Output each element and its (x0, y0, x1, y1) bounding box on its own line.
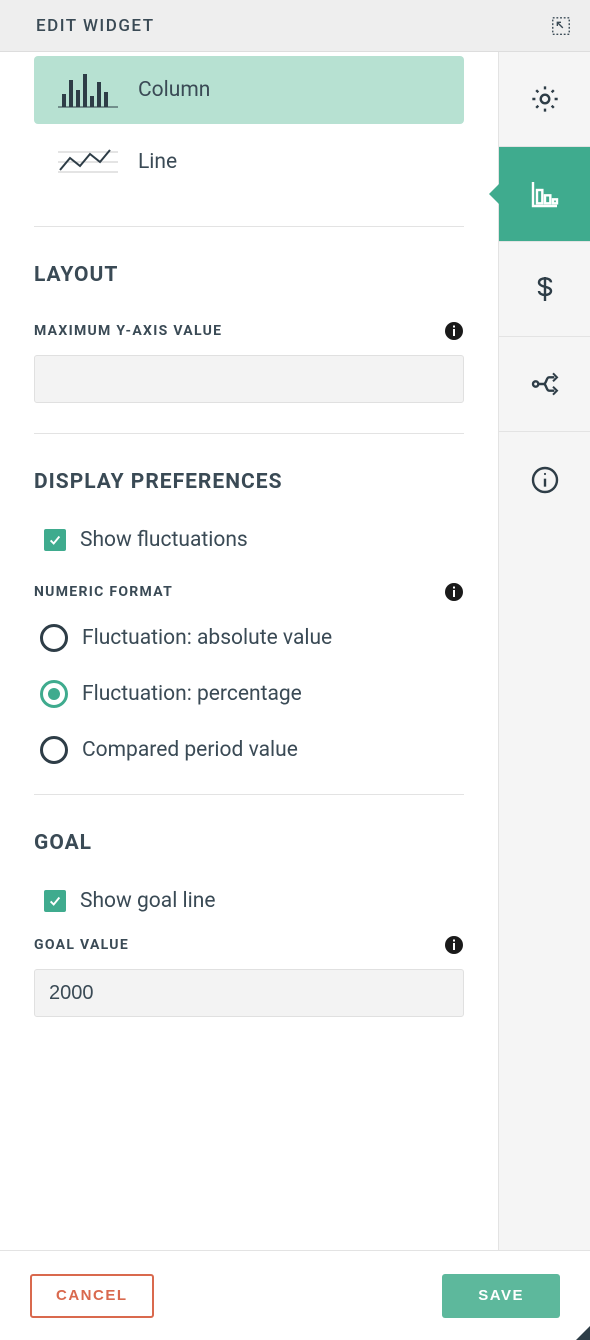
radio-fluctuation-absolute[interactable]: Fluctuation: absolute value (40, 624, 464, 652)
radio-compared-period[interactable]: Compared period value (40, 736, 464, 764)
right-nav (498, 52, 590, 1250)
max-y-axis-label: MAXIMUM Y-AXIS VALUE (34, 323, 222, 339)
chart-type-label: Line (138, 150, 177, 174)
column-chart-icon (58, 72, 118, 108)
main-content[interactable]: Column Line LAYOUT (0, 52, 498, 1250)
panel-header: EDIT WIDGET (0, 0, 590, 52)
nav-tab-info[interactable] (499, 432, 590, 527)
show-goal-line-checkbox-row[interactable]: Show goal line (44, 889, 464, 913)
radio-icon (40, 736, 68, 764)
radio-icon (40, 624, 68, 652)
checkbox-checked-icon (44, 890, 66, 912)
section-title-display: DISPLAY PREFERENCES (34, 470, 464, 494)
section-title-layout: LAYOUT (34, 263, 464, 287)
nav-tab-settings[interactable] (499, 52, 590, 147)
nav-tab-currency[interactable] (499, 242, 590, 337)
max-y-axis-input[interactable] (34, 355, 464, 403)
divider (34, 433, 464, 434)
line-chart-icon (58, 144, 118, 180)
numeric-format-radio-group: Fluctuation: absolute value Fluctuation:… (34, 624, 464, 764)
nav-tab-chart[interactable] (499, 147, 590, 242)
section-title-goal: GOAL (34, 831, 464, 855)
chart-type-line[interactable]: Line (34, 128, 464, 196)
chart-type-label: Column (138, 78, 210, 102)
goal-section: GOAL Show goal line GOAL VALUE (34, 831, 464, 1017)
panel-title: EDIT WIDGET (36, 16, 155, 36)
chart-type-group: Column Line (34, 56, 464, 196)
radio-fluctuation-percentage[interactable]: Fluctuation: percentage (40, 680, 464, 708)
save-button[interactable]: SAVE (442, 1274, 560, 1318)
display-preferences-section: DISPLAY PREFERENCES Show fluctuations NU… (34, 470, 464, 764)
chart-type-column[interactable]: Column (34, 56, 464, 124)
cancel-button[interactable]: CANCEL (30, 1274, 154, 1318)
expand-icon[interactable] (550, 15, 572, 37)
goal-value-label: GOAL VALUE (34, 937, 129, 953)
info-icon[interactable] (444, 935, 464, 955)
nav-tab-data-source[interactable] (499, 337, 590, 432)
data-flow-icon (529, 368, 561, 400)
info-icon[interactable] (444, 321, 464, 341)
checkbox-checked-icon (44, 529, 66, 551)
show-fluctuations-checkbox-row[interactable]: Show fluctuations (44, 528, 464, 552)
divider (34, 794, 464, 795)
info-icon[interactable] (444, 582, 464, 602)
gear-icon (529, 83, 561, 115)
resize-handle-icon[interactable] (576, 1326, 590, 1340)
radio-label: Compared period value (82, 738, 298, 762)
goal-value-input[interactable] (34, 969, 464, 1017)
numeric-format-label: NUMERIC FORMAT (34, 584, 173, 600)
divider (34, 226, 464, 227)
radio-label: Fluctuation: percentage (82, 682, 302, 706)
show-goal-line-label: Show goal line (80, 889, 215, 913)
info-circle-icon (529, 464, 561, 496)
show-fluctuations-label: Show fluctuations (80, 528, 248, 552)
radio-label: Fluctuation: absolute value (82, 626, 332, 650)
radio-selected-icon (40, 680, 68, 708)
footer: CANCEL SAVE (0, 1250, 590, 1340)
dollar-icon (529, 273, 561, 305)
layout-section: LAYOUT MAXIMUM Y-AXIS VALUE (34, 263, 464, 403)
bar-chart-icon (529, 178, 561, 210)
